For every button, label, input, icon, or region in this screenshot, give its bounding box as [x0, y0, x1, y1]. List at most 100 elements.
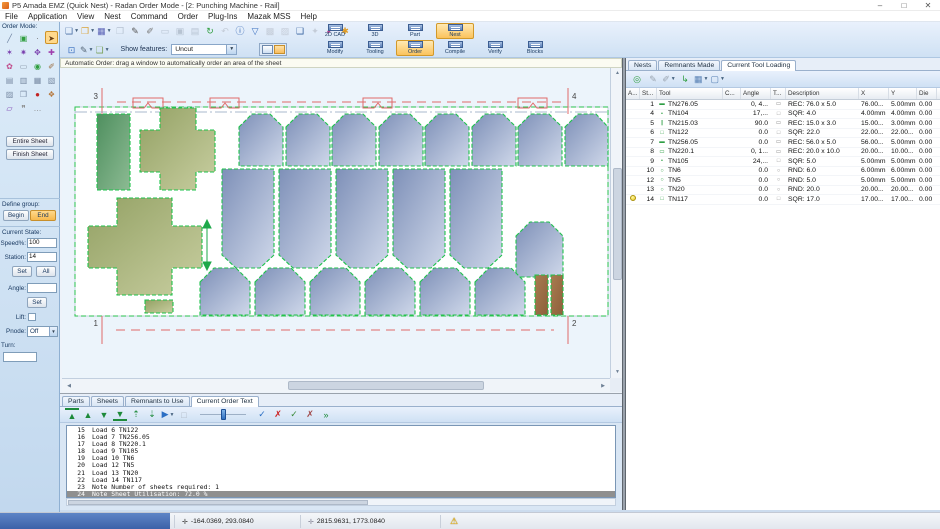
column-header-angle[interactable]: Angle	[741, 88, 771, 99]
sheet-feature-icon[interactable]: ❏▼	[96, 44, 110, 57]
undo-icon[interactable]: ↶	[219, 25, 232, 38]
all-stations-button[interactable]: All	[36, 266, 56, 277]
column-header-st[interactable]: St...	[640, 88, 657, 99]
canvas-horizontal-scrollbar[interactable]: ◀ ▶	[62, 378, 610, 392]
table-row[interactable]: 14□TN1170.0□SQR: 17.017.00...17.00...0.0…	[626, 195, 940, 205]
lift-checkbox[interactable]	[28, 313, 36, 321]
go-last-icon[interactable]: ▼	[113, 408, 127, 421]
delete-text-icon[interactable]: ✗	[271, 408, 285, 421]
card1-icon[interactable]: ▤	[3, 73, 16, 86]
stop-tool-icon[interactable]: ●	[31, 87, 44, 100]
open-icon[interactable]: ❒▼	[81, 25, 95, 38]
menu-view[interactable]: View	[72, 11, 99, 22]
mode-button-blocks[interactable]: Blocks	[516, 40, 554, 56]
finish-sheet-button[interactable]: Finish Sheet	[6, 149, 54, 160]
box-tool-icon[interactable]: ❒	[17, 87, 30, 100]
tab-current-order-text[interactable]: Current Order Text	[191, 396, 259, 407]
step-forward-icon[interactable]: ▼	[97, 408, 111, 421]
entire-sheet-button[interactable]: Entire Sheet	[6, 136, 54, 147]
table-row[interactable]: 9•TN10524,...□SQR: 5.05.00mm5.00mm0.00	[626, 157, 940, 167]
part-outline-icon[interactable]: ▣	[17, 31, 30, 44]
dots-tool-icon[interactable]: …	[31, 101, 44, 114]
table-row[interactable]: 6□TN1220.0□SQR: 22.022.00...22.00...0.00	[626, 129, 940, 139]
order-text-scroll-thumb[interactable]	[68, 500, 368, 505]
table-row[interactable]: 1▬TN276.050, 4...▭REC: 76.0 x 5.076.00..…	[626, 100, 940, 110]
filter-icon[interactable]: ▽	[249, 25, 262, 38]
order-text-line[interactable]: 24Note Sheet Utilisation: 72.0 %	[67, 491, 615, 498]
mode-button-2d-cad[interactable]: 2D CAD	[316, 23, 354, 39]
pick-tool-icon[interactable]: ✐	[45, 59, 58, 72]
skew-tool-icon[interactable]: ▱	[3, 101, 16, 114]
column-header-die[interactable]: Die	[917, 88, 937, 99]
cluster-tool-icon[interactable]: ✶	[3, 45, 16, 58]
tile-horizontal-icon[interactable]	[262, 45, 273, 54]
tab-sheets[interactable]: Sheets	[91, 396, 124, 406]
play-icon[interactable]: ▶▼	[161, 408, 175, 421]
pencil-icon[interactable]: ✎	[129, 25, 142, 38]
speed-field[interactable]: 100	[27, 238, 57, 248]
tab-remnants-made[interactable]: Remnants Made	[658, 60, 720, 70]
draw-feature-icon[interactable]: ✎▼	[80, 44, 94, 57]
snap-icon[interactable]: ▨	[279, 25, 292, 38]
set-station-button[interactable]: Set	[12, 266, 32, 277]
order-text-line[interactable]: 21Load 13 TN20	[67, 470, 615, 477]
end-button[interactable]: End	[30, 210, 56, 221]
cluster2-tool-icon[interactable]: ✷	[17, 45, 30, 58]
paste-icon[interactable]: ▤	[189, 25, 202, 38]
tab-nests[interactable]: Nests	[628, 60, 657, 70]
edit-tool2-icon[interactable]: ✐▼	[662, 73, 676, 86]
order-text-line[interactable]: 18Load 9 TN105	[67, 448, 615, 455]
mode-button-tooling[interactable]: Tooling	[356, 40, 394, 56]
order-text-line[interactable]: 16Load 7 TN256.05	[67, 434, 615, 441]
station-field[interactable]: 14	[27, 252, 57, 262]
edit-tool-icon[interactable]: ✎	[646, 73, 660, 86]
column-header-description[interactable]: Description	[786, 88, 859, 99]
pnode-select[interactable]: Off ▼	[27, 326, 58, 337]
card3-icon[interactable]: ▦	[31, 73, 44, 86]
column-header-tool[interactable]: Tool	[657, 88, 723, 99]
table-row[interactable]: 8▭TN220.10, 1...▭REC: 20.0 x 10.020.00..…	[626, 148, 940, 158]
column-header-c[interactable]: C...	[723, 88, 741, 99]
layers-icon[interactable]: ❑	[294, 25, 307, 38]
mode-button-verify[interactable]: Verify	[476, 40, 514, 56]
check-in-icon[interactable]: ✓	[287, 408, 301, 421]
order-text-line[interactable]: 17Load 8 TN220.1	[67, 441, 615, 448]
line-tool-icon[interactable]: ╱	[3, 31, 16, 44]
scroll-left-icon[interactable]: ◀	[63, 380, 75, 392]
menu-help[interactable]: Help	[296, 11, 322, 22]
set-angle-button[interactable]: Set	[27, 297, 47, 308]
angle-field[interactable]	[27, 283, 57, 293]
tab-parts[interactable]: Parts	[62, 396, 90, 406]
zoom-window-icon[interactable]: ⊡	[65, 44, 78, 57]
mode-button-3d[interactable]: 3D	[356, 23, 394, 39]
column-header-y[interactable]: Y	[889, 88, 917, 99]
hand-tool-icon[interactable]: ❖	[45, 87, 58, 100]
mode-button-nest[interactable]: Nest	[436, 23, 474, 39]
hatch-tool-icon[interactable]: ▨	[3, 87, 16, 100]
show-features-select[interactable]: Uncut ▼	[171, 44, 237, 55]
table-row[interactable]: 13○TN200.0○RND: 20.020.00...20.00...0.00	[626, 186, 940, 196]
tile-vertical-icon[interactable]	[274, 45, 285, 54]
begin-button[interactable]: Begin	[3, 210, 29, 221]
slot-tool-icon[interactable]: ▭	[17, 59, 30, 72]
order-cursor-icon[interactable]: ➤	[45, 31, 58, 44]
jump-up-icon[interactable]: ⇡	[129, 408, 143, 421]
erase-icon[interactable]: ▭	[159, 25, 172, 38]
view-mode-icon[interactable]: ▢▼	[710, 73, 724, 86]
menu-nest[interactable]: Nest	[99, 11, 125, 22]
card4-icon[interactable]: ▧	[45, 73, 58, 86]
mode-button-part[interactable]: Part	[396, 23, 434, 39]
more-commands-icon[interactable]: »	[319, 408, 333, 421]
tab-current-tool-loading[interactable]: Current Tool Loading	[721, 60, 796, 71]
import-icon[interactable]: ❐	[114, 25, 127, 38]
dot-tool-icon[interactable]: ·	[31, 31, 44, 44]
chevron-down-icon[interactable]: ▼	[226, 45, 236, 54]
table-row[interactable]: 4•TN10417,...□SQR: 4.04.00mm4.00mm0.00	[626, 110, 940, 120]
nest-canvas[interactable]: 3 4 1 2	[62, 68, 610, 378]
pen-icon[interactable]: ✐	[144, 25, 157, 38]
menu-application[interactable]: Application	[23, 11, 72, 22]
minimize-button[interactable]: –	[868, 0, 892, 11]
table-row[interactable]: 7▬TN256.050.0▭REC: 56.0 x 5.056.00...5.0…	[626, 138, 940, 148]
copy-icon[interactable]: ▣	[174, 25, 187, 38]
grid-icon[interactable]: ▩	[264, 25, 277, 38]
